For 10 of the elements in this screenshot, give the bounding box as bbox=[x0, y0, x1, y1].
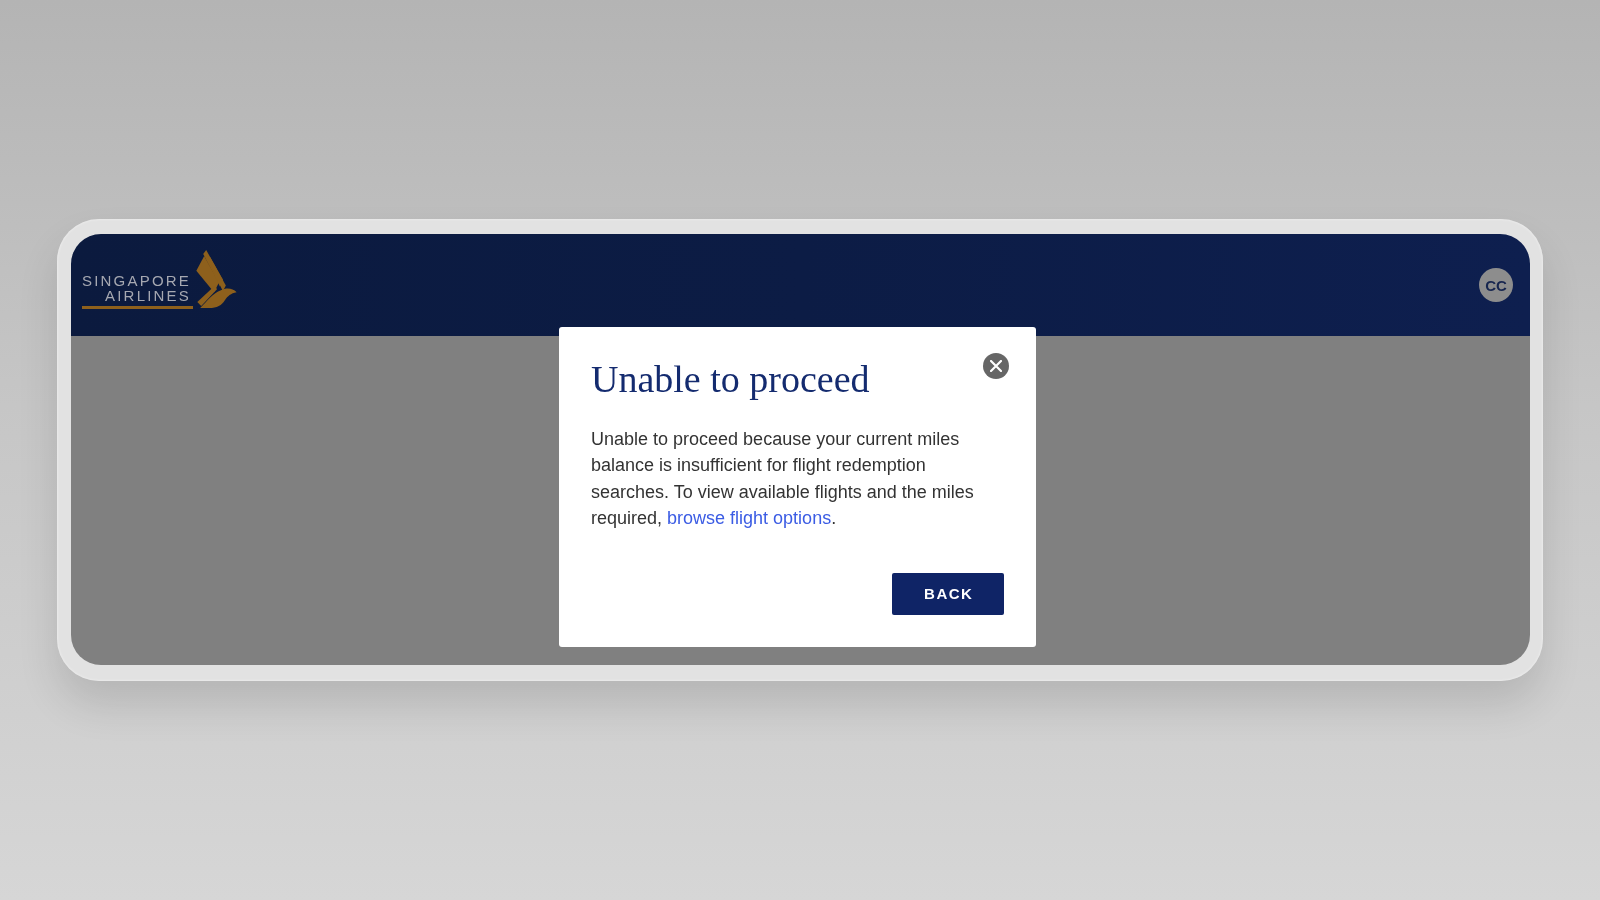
close-icon bbox=[990, 360, 1002, 372]
bird-logo-icon bbox=[194, 250, 237, 309]
dialog-title: Unable to proceed bbox=[591, 357, 870, 402]
dialog-message: Unable to proceed because your current miles balance is insufficient for flight redemption searches. To view available flights and the miles required, browse flight options. bbox=[591, 427, 975, 531]
logo-text: AIRLINES bbox=[105, 288, 191, 303]
logo-text: SINGAPORE bbox=[82, 273, 191, 288]
user-avatar[interactable]: CC bbox=[1479, 268, 1513, 302]
back-button[interactable]: BACK bbox=[892, 572, 1004, 615]
browse-link[interactable]: browse flight options bbox=[667, 508, 832, 529]
close-button[interactable] bbox=[983, 353, 1009, 379]
